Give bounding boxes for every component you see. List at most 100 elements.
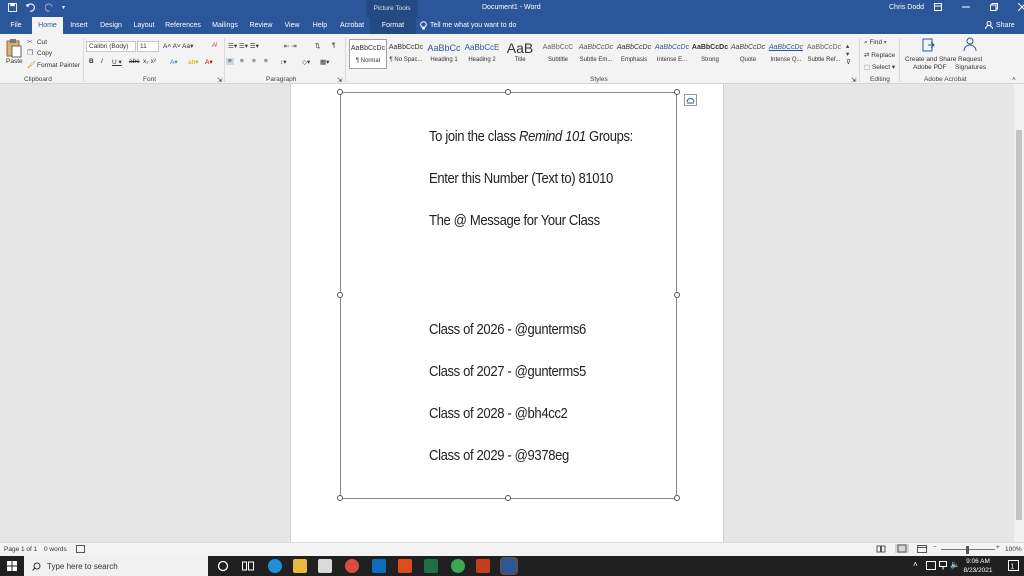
- bold-icon[interactable]: B: [89, 58, 94, 65]
- replace-button[interactable]: ⇄ Replace: [864, 51, 895, 59]
- collapse-ribbon-icon[interactable]: ˄: [1012, 76, 1016, 83]
- format-painter-label[interactable]: Format Painter: [37, 62, 80, 69]
- customize-qat-icon[interactable]: ▾: [62, 4, 65, 11]
- style-title[interactable]: AaB Title: [501, 39, 539, 69]
- font-color-icon[interactable]: A▾: [205, 58, 213, 66]
- selected-picture[interactable]: [340, 92, 677, 499]
- outlook-icon[interactable]: [372, 559, 386, 573]
- paragraph-dialog-launcher-icon[interactable]: ⇲: [337, 76, 342, 84]
- show-marks-icon[interactable]: ¶: [332, 42, 336, 49]
- read-mode-icon[interactable]: [876, 545, 886, 553]
- save-icon[interactable]: [8, 3, 17, 12]
- request-signatures-icon[interactable]: [961, 37, 979, 52]
- windows-start-icon[interactable]: [7, 561, 17, 571]
- zoom-slider-thumb[interactable]: [966, 546, 969, 554]
- indent-icon[interactable]: ⇤ ⇥: [284, 42, 297, 50]
- tab-home[interactable]: Home: [32, 17, 63, 34]
- zoom-out-button[interactable]: −: [933, 544, 937, 551]
- select-button[interactable]: ⬚ Select ▾: [864, 63, 895, 71]
- vertical-scrollbar[interactable]: [1014, 84, 1024, 542]
- edge-icon[interactable]: [268, 559, 282, 573]
- cut-icon[interactable]: ✂: [27, 38, 33, 46]
- create-pdf-icon[interactable]: [922, 38, 935, 52]
- file-explorer-icon[interactable]: [293, 559, 307, 573]
- adobe-pdf-label[interactable]: Adobe PDF: [913, 64, 947, 71]
- taskbar-search[interactable]: Type here to search: [24, 556, 208, 576]
- subscript-icon[interactable]: x₂ x²: [143, 58, 156, 65]
- tab-mailings[interactable]: Mailings: [208, 17, 242, 34]
- style-heading-1[interactable]: AaBbCc Heading 1: [425, 39, 463, 69]
- sort-icon[interactable]: ⇅: [315, 42, 320, 50]
- scrollbar-thumb[interactable]: [1016, 130, 1022, 520]
- tray-chevron-icon[interactable]: ˄: [913, 560, 918, 569]
- user-name[interactable]: Chris Dodd: [889, 4, 924, 11]
- text-effects-icon[interactable]: A▾: [170, 58, 178, 66]
- style-emphasis[interactable]: AaBbCcDc Emphasis: [615, 39, 653, 69]
- align-right-icon[interactable]: ≡: [252, 58, 256, 65]
- tab-review[interactable]: Review: [245, 17, 277, 34]
- print-layout-icon[interactable]: [895, 544, 909, 553]
- align-left-icon[interactable]: ≡: [226, 58, 234, 65]
- style-strong[interactable]: AaBbCcDc Strong: [691, 39, 729, 69]
- zoom-in-button[interactable]: +: [996, 544, 1000, 551]
- close-icon[interactable]: [1018, 3, 1024, 11]
- align-center-icon[interactable]: ≡: [240, 58, 244, 65]
- borders-icon[interactable]: ▦▾: [320, 58, 329, 66]
- resize-handle[interactable]: [337, 495, 343, 501]
- font-size-dropdown[interactable]: 11: [137, 41, 159, 52]
- notifications-icon[interactable]: 1: [1008, 560, 1019, 571]
- zoom-level[interactable]: 100%: [1005, 546, 1022, 553]
- bullets-icon[interactable]: ☰▾ ☰▾ ☰▾: [228, 42, 259, 50]
- shading-icon[interactable]: ◇▾: [302, 58, 310, 66]
- grow-font-icon[interactable]: A˄ A˅ Aa▾: [163, 42, 193, 50]
- styles-dialog-launcher-icon[interactable]: ⇲: [851, 76, 856, 84]
- copy-label[interactable]: Copy: [37, 50, 52, 57]
- request-label[interactable]: Request: [958, 56, 982, 63]
- create-share-label[interactable]: Create and Share: [905, 56, 956, 63]
- tab-help[interactable]: Help: [307, 17, 333, 34]
- cut-label[interactable]: Cut: [37, 39, 47, 46]
- strikethrough-icon[interactable]: abc: [129, 58, 139, 65]
- font-name-dropdown[interactable]: Calibri (Body): [86, 41, 136, 52]
- tab-references[interactable]: References: [163, 17, 203, 34]
- styles-scroll-icon[interactable]: ▴ ▾ ⊽: [846, 42, 851, 66]
- style-normal[interactable]: AaBbCcDc ¶ Normal: [349, 39, 387, 69]
- resize-handle[interactable]: [674, 495, 680, 501]
- minimize-icon[interactable]: [962, 3, 970, 11]
- tab-insert[interactable]: Insert: [64, 17, 94, 34]
- italic-icon[interactable]: I: [101, 58, 103, 65]
- system-clock[interactable]: 9:06 AM 8/23/2021: [958, 557, 998, 575]
- clear-formatting-icon[interactable]: A̸: [212, 42, 216, 49]
- style-quote[interactable]: AaBbCcDc Quote: [729, 39, 767, 69]
- resize-handle[interactable]: [674, 292, 680, 298]
- tab-layout[interactable]: Layout: [129, 17, 159, 34]
- tab-view[interactable]: View: [280, 17, 304, 34]
- tell-me-search[interactable]: Tell me what you want to do: [420, 21, 516, 30]
- store-icon[interactable]: [318, 559, 332, 573]
- undo-icon[interactable]: [25, 3, 37, 12]
- style-no-spacing[interactable]: AaBbCcDc ¶ No Spac...: [387, 39, 425, 69]
- resize-handle[interactable]: [674, 89, 680, 95]
- underline-icon[interactable]: U ▾: [112, 58, 122, 66]
- highlight-icon[interactable]: ab▾: [188, 58, 199, 66]
- line-spacing-icon[interactable]: ↕▾: [280, 58, 287, 66]
- ribbon-display-icon[interactable]: [934, 3, 942, 11]
- style-intense-emphasis[interactable]: AaBbCcDc Intense E...: [653, 39, 691, 69]
- cortana-icon[interactable]: [217, 560, 229, 572]
- resize-handle[interactable]: [337, 292, 343, 298]
- resize-handle[interactable]: [505, 89, 511, 95]
- font-dialog-launcher-icon[interactable]: ⇲: [217, 76, 222, 84]
- chrome-profile-icon[interactable]: [451, 559, 465, 573]
- powerpoint-icon[interactable]: [476, 559, 490, 573]
- style-intense-quote[interactable]: AaBbCcDc Intense Q...: [767, 39, 805, 69]
- tab-acrobat[interactable]: Acrobat: [336, 17, 368, 34]
- tab-format[interactable]: Format: [370, 17, 416, 34]
- find-button[interactable]: ⌕ Find ▾: [864, 39, 887, 47]
- style-heading-2[interactable]: AaBbCcE Heading 2: [463, 39, 501, 69]
- tray-app-icon[interactable]: [926, 561, 936, 570]
- paste-label[interactable]: Paste: [6, 58, 23, 65]
- signatures-label[interactable]: Signatures: [955, 64, 986, 71]
- chrome-icon[interactable]: [345, 559, 359, 573]
- paste-icon[interactable]: [6, 38, 22, 58]
- resize-handle[interactable]: [337, 89, 343, 95]
